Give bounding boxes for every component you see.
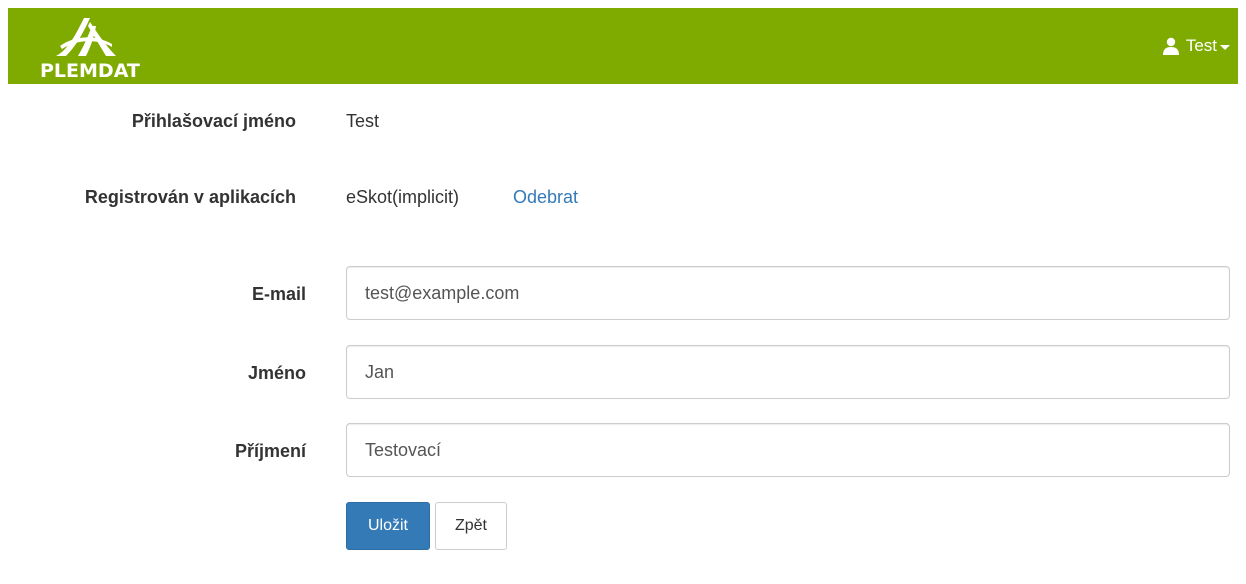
user-menu-dropdown[interactable]: Test (1162, 34, 1230, 58)
login-value: Test (346, 111, 380, 131)
plemdat-logo[interactable]: PLEMDAT (40, 16, 140, 82)
apps-value: eSkot(implicit) (346, 187, 460, 207)
apps-label: Registrován v aplikacích (84, 187, 296, 207)
logo-mark-icon (56, 18, 116, 56)
first-name-label: Jméno (247, 363, 306, 383)
user-icon (1162, 37, 1179, 55)
remove-app-link[interactable]: Odebrat (513, 187, 578, 208)
login-label: Přihlašovací jméno (131, 111, 296, 131)
email-field[interactable] (346, 266, 1230, 320)
navbar: PLEMDAT Test (8, 8, 1238, 84)
back-button[interactable]: Zpět (435, 502, 507, 550)
last-name-field[interactable] (346, 423, 1230, 477)
email-label: E-mail (251, 284, 306, 304)
user-name: Test (1185, 36, 1217, 55)
first-name-field[interactable] (346, 345, 1230, 399)
save-button[interactable]: Uložit (346, 502, 430, 550)
last-name-label: Příjmení (234, 441, 306, 461)
caret-down-icon (1220, 44, 1230, 50)
logo-text: PLEMDAT (40, 60, 140, 82)
profile-page: PLEMDAT Test Přihlašovací jméno Test Reg… (0, 0, 1246, 584)
